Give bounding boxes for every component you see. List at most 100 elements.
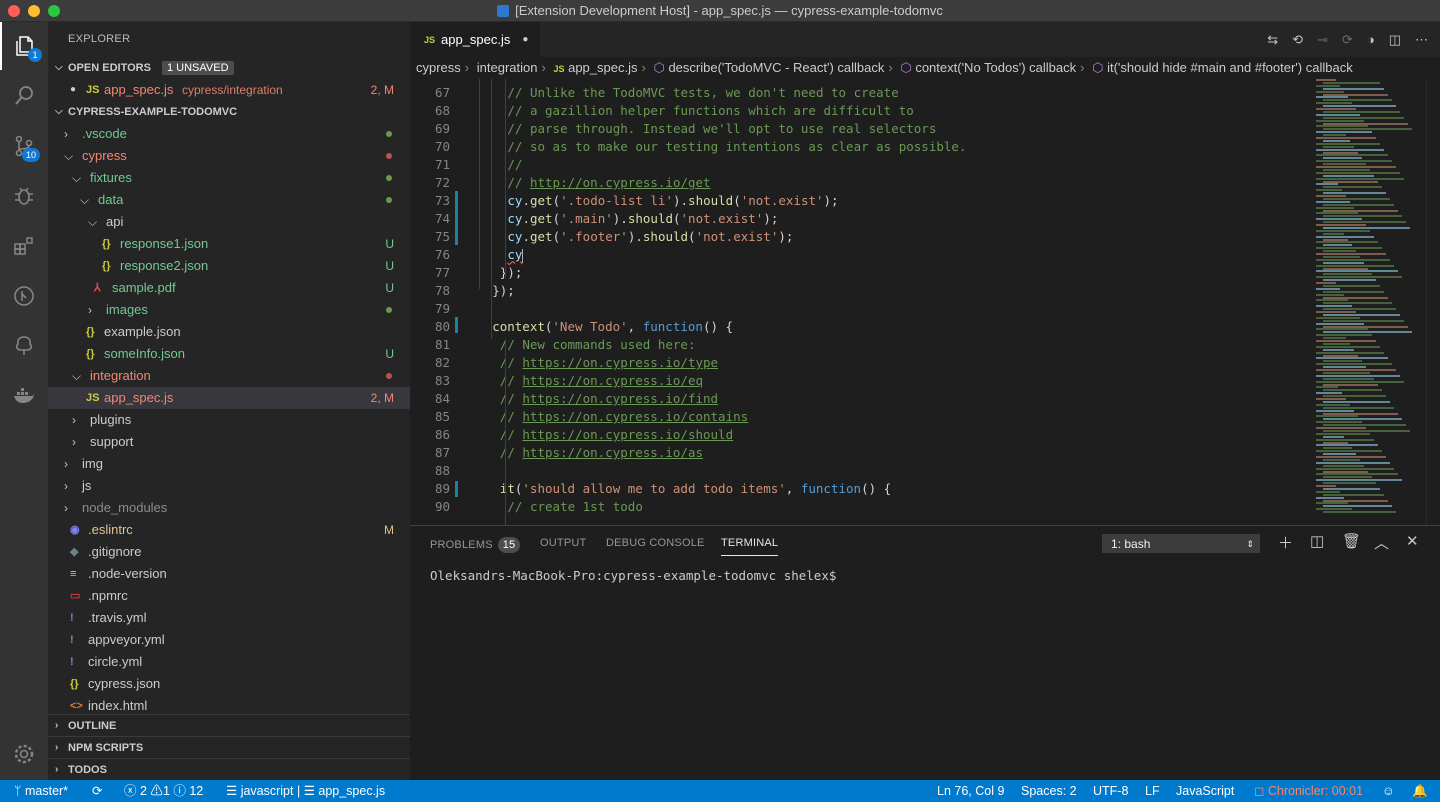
problems-status[interactable]: ⓧ 2 ⚠1 ⓘ 12 [124,780,203,802]
tree-item[interactable]: ⅄ sample.pdf U [48,277,410,299]
project-header[interactable]: ⌵ CYPRESS-EXAMPLE-TODOMVC [48,101,410,123]
outline-header[interactable]: › OUTLINE [48,714,410,736]
sync-icon[interactable]: ⟳ [92,780,102,802]
breadcrumb-item[interactable]: describe('TodoMVC - React') callback [668,60,884,75]
tree-item[interactable]: ! circle.yml [48,651,410,673]
activity-git-graph[interactable] [0,272,48,320]
minimap-line [1316,432,1370,435]
go-forward-icon[interactable]: ⟳ [1342,32,1353,48]
breadcrumb-item[interactable]: integration [477,60,538,75]
minimap-line [1323,192,1386,195]
indentation-status[interactable]: Spaces: 2 [1021,780,1077,802]
cursor-position[interactable]: Ln 76, Col 9 [937,780,1004,802]
activity-debug[interactable] [0,172,48,220]
close-window-button[interactable] [8,5,20,17]
go-back-icon[interactable]: ⟲ [1292,32,1303,48]
tree-item[interactable]: {} example.json [48,321,410,343]
breadcrumb-item[interactable]: cypress [416,60,461,75]
branch-status[interactable]: ᛘ master* [14,780,68,802]
activity-extensions[interactable] [0,222,48,270]
terminal-select[interactable]: 1: bash ⇕ [1102,534,1260,553]
activity-docker[interactable] [0,372,48,420]
tree-item[interactable]: ≡ .node-version [48,563,410,585]
activity-tree[interactable] [0,322,48,370]
code-editor[interactable]: 67 // Unlike the TodoMVC tests, we don't … [410,79,1440,525]
minimap-line [1316,299,1348,302]
activity-manage[interactable] [0,730,48,778]
activity-explorer[interactable]: 1 [0,22,48,70]
new-terminal-icon[interactable]: ＋ [1278,532,1293,553]
minimap-line [1323,348,1354,351]
breadcrumb-item[interactable]: it('should hide #main and #footer') call… [1107,60,1353,75]
lang-crumb-status[interactable]: ☰ javascript | ☰ app_spec.js [226,780,385,802]
tree-item[interactable]: › images [48,299,410,321]
tree-item[interactable]: ◉ .eslintrc M [48,519,410,541]
split-terminal-icon[interactable]: ◫ [1310,532,1324,550]
minimap-line [1316,183,1338,186]
git-lens-icon[interactable]: ◑ [1367,32,1375,47]
breadcrumb-item[interactable]: context('No Todos') callback [915,60,1076,75]
tree-item[interactable]: {} response1.json U [48,233,410,255]
tree-item[interactable]: ▭ .npmrc [48,585,410,607]
breadcrumb-item[interactable]: app_spec.js [568,60,637,75]
tree-item[interactable]: {} cypress.json [48,673,410,695]
tree-item[interactable]: › .vscode [48,123,410,145]
eol-status[interactable]: LF [1145,780,1160,802]
terminal-prompt[interactable]: Oleksandrs-MacBook-Pro:cypress-example-t… [430,568,836,583]
minimap[interactable] [1316,79,1426,525]
tree-item[interactable]: ⌵ api [48,211,410,233]
minimap-line [1316,200,1350,203]
minimap-line [1316,508,1352,511]
minimize-window-button[interactable] [28,5,40,17]
tree-item[interactable]: ⌵ cypress [48,145,410,167]
zoom-window-button[interactable] [48,5,60,17]
minimap-line [1316,166,1396,168]
encoding-status[interactable]: UTF-8 [1093,780,1128,802]
tree-item[interactable]: {} response2.json U [48,255,410,277]
trash-icon[interactable]: 🗑 [1342,532,1361,550]
tree-item[interactable]: › img [48,453,410,475]
minimap-line [1316,496,1344,499]
minimap-line [1323,447,1352,450]
commit-icon[interactable]: ⊸ [1317,32,1328,48]
open-changes-icon[interactable]: ⇆ [1267,32,1278,48]
tab-debug-console[interactable]: DEBUG CONSOLE [606,537,705,549]
activity-source-control[interactable]: 10 [0,122,48,170]
tree-item[interactable]: › plugins [48,409,410,431]
tree-item[interactable]: ◆ .gitignore [48,541,410,563]
tab-output[interactable]: OUTPUT [540,537,586,549]
open-editor-item[interactable]: ● JS app_spec.js cypress/integration 2, … [48,79,410,101]
tree-item[interactable]: ⌵ fixtures [48,167,410,189]
feedback-icon[interactable]: ☺ [1382,780,1395,802]
maximize-panel-icon[interactable]: ︿ [1374,532,1389,553]
todos-header[interactable]: › TODOS [48,758,410,780]
minimap-line [1323,221,1406,224]
bell-icon[interactable]: 🔔 [1412,780,1428,802]
activity-search[interactable] [0,72,48,120]
tree-item[interactable]: JS app_spec.js 2, M [48,387,410,409]
tab-problems[interactable]: PROBLEMS 15 [430,537,521,553]
tree-item[interactable]: {} someInfo.json U [48,343,410,365]
tree-item[interactable]: › support [48,431,410,453]
open-editors-header[interactable]: ⌵ OPEN EDITORS 1 UNSAVED [48,57,410,79]
tab-app-spec[interactable]: JS app_spec.js ● [410,22,540,57]
split-editor-icon[interactable]: ◫ [1389,32,1401,48]
tree-item[interactable]: ! appveyor.yml [48,629,410,651]
chronicler-status[interactable]: ◻ Chronicler: 00:01 [1254,780,1363,802]
npm-scripts-header[interactable]: › NPM SCRIPTS [48,736,410,758]
tree-item[interactable]: ⌵ data [48,189,410,211]
minimap-line [1323,366,1366,369]
unsaved-dot-icon[interactable]: ● [522,34,528,45]
tab-terminal[interactable]: TERMINAL [721,537,779,556]
minimap-line [1323,267,1368,270]
editor-scrollbar[interactable] [1426,79,1440,525]
more-actions-icon[interactable]: ⋯ [1415,32,1428,48]
language-status[interactable]: JavaScript [1176,780,1234,802]
tree-item[interactable]: › node_modules [48,497,410,519]
tree-item[interactable]: › js [48,475,410,497]
minimap-line [1323,93,1388,96]
chevron-right-icon: › [55,764,59,775]
tree-item[interactable]: ! .travis.yml [48,607,410,629]
tree-item[interactable]: ⌵ integration [48,365,410,387]
close-panel-icon[interactable]: ✕ [1406,532,1419,550]
